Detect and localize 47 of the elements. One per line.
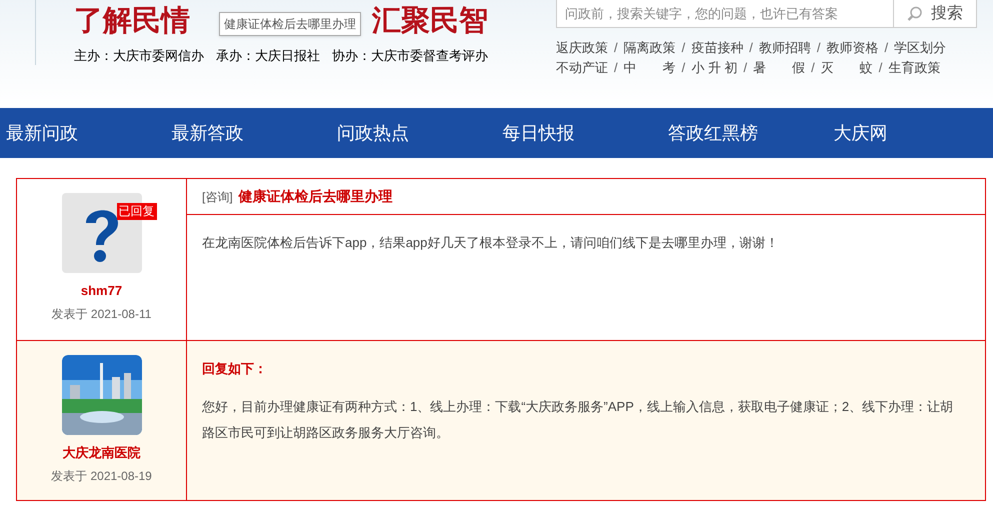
separator: / [816, 39, 820, 56]
separator: / [614, 39, 618, 56]
sponsor-text: 协办：大庆市委督查考评办 [332, 47, 488, 65]
nav-link[interactable]: 问政热点 [331, 120, 496, 146]
search-icon [907, 6, 923, 22]
separator: / [884, 39, 888, 56]
hot-tag-link[interactable]: 教师资格 [826, 39, 878, 56]
reply-text: 您好，目前办理健康证有两种方式：1、线上办理：下载“大庆政务服务”APP，线上输入信息，获取电子健康证；2、线下办理：让胡路区市民可到让胡路区政务服务大厅咨询。 [201, 398, 954, 442]
separator: / [878, 59, 882, 76]
hot-tag-link[interactable]: 暑 假 [753, 59, 806, 76]
tooltip: 健康证体检后去哪里办理 [219, 12, 361, 36]
slogan: 了解民情 [74, 6, 190, 36]
hot-tag-link[interactable]: 小 升 初 [691, 59, 738, 76]
nav-link[interactable]: 大庆网 [828, 120, 993, 146]
separator: / [743, 59, 748, 76]
separator: / [682, 59, 686, 76]
hot-tag-link[interactable]: 疫苗接种 [691, 39, 744, 56]
sponsor-text: 承办：大庆日报社 [216, 47, 320, 65]
hot-tag-link[interactable]: 隔离政策 [624, 39, 676, 56]
sponsor-text: 主办：大庆市委网信办 [74, 47, 204, 65]
hot-tag-link[interactable]: 中 考 [624, 59, 676, 76]
replied-badge: 已回复 [116, 203, 156, 220]
nav-link[interactable]: 最新问政 [0, 120, 166, 146]
author-name[interactable]: 大庆龙南医院 [62, 443, 140, 462]
separator: / [614, 59, 618, 76]
question-text: 在龙南医院体检后告诉下app，结果app好几天了根本登录不上，请问咱们线下是去哪里办理，谢谢！ [201, 234, 780, 252]
slogan: 汇聚民智 [372, 6, 488, 36]
author-name[interactable]: shm77 [80, 281, 122, 300]
nav-link[interactable]: 最新答政 [166, 120, 331, 146]
search-button[interactable]: 搜索 [893, 0, 976, 27]
hot-tag-link[interactable]: 教师招聘 [758, 39, 811, 56]
post-date: 发表于 2021-08-19 [51, 468, 152, 484]
separator: / [749, 39, 753, 56]
nav-link[interactable]: 答政红黑榜 [662, 120, 828, 146]
separator: / [682, 39, 686, 56]
search-field[interactable]: 问政前，搜索关键字，您的问题，也许已有答案 搜索 [556, 0, 977, 28]
hot-tag-link[interactable]: 返庆政策 [556, 39, 608, 56]
question-title: 健康证体检后去哪里办理 [238, 187, 393, 206]
hot-tag-link[interactable]: 不动产证 [556, 59, 608, 76]
nav-link[interactable]: 每日快报 [496, 120, 662, 146]
post-date: 发表于 2021-08-11 [52, 306, 152, 322]
hot-tag-link[interactable]: 学区划分 [894, 39, 946, 56]
reply-heading: 回复如下： [201, 360, 268, 378]
hot-tag-link[interactable]: 生育政策 [888, 59, 940, 76]
hot-tag-link[interactable]: 灭 蚊 [820, 59, 873, 76]
separator: / [811, 59, 815, 76]
category-label: [咨询] [202, 188, 233, 206]
